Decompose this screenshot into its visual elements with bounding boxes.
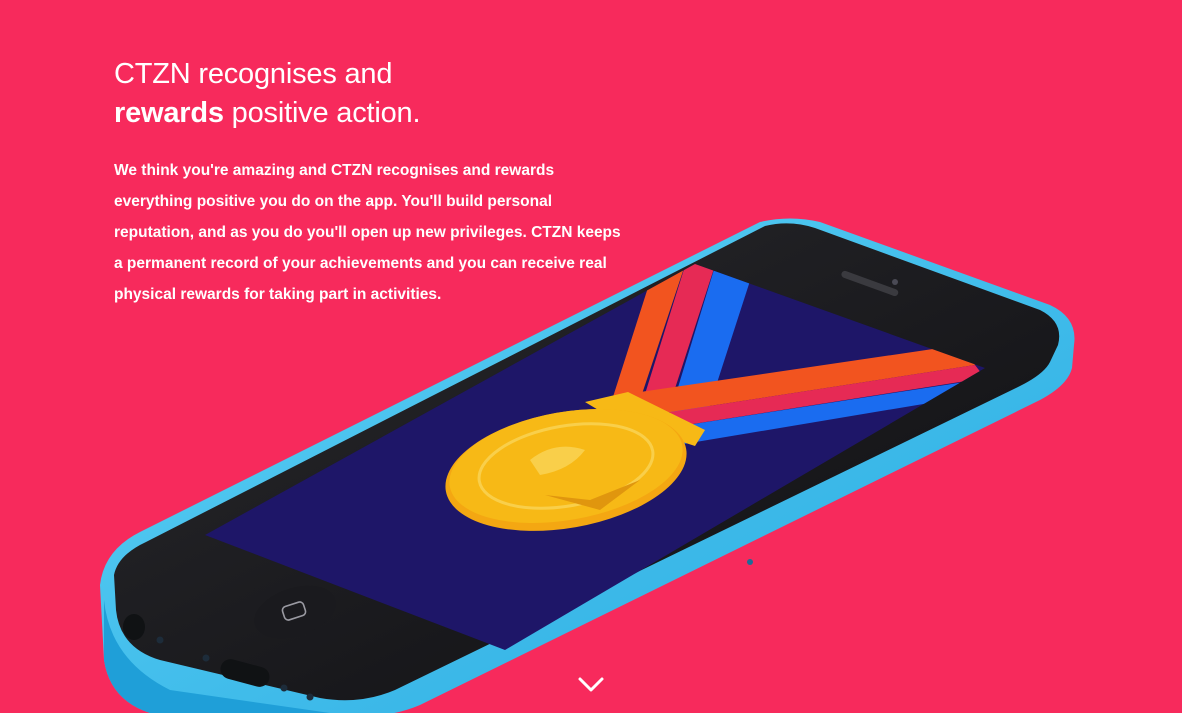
hero-section: CTZN recognises and rewards positive act… (0, 0, 1182, 713)
scroll-down-button[interactable] (574, 672, 608, 698)
hero-paragraph: We think you're amazing and CTZN recogni… (114, 162, 621, 303)
chevron-down-icon (578, 677, 604, 692)
headline-line-1: CTZN recognises and (114, 58, 393, 90)
hero-copy: CTZN recognises and rewards positive act… (114, 55, 634, 310)
headline-line-2: rewards positive action. (114, 94, 634, 133)
headline-rest: positive action. (223, 97, 421, 129)
hero-headline: CTZN recognises and rewards positive act… (114, 55, 634, 133)
headline-bold-word: rewards (114, 97, 224, 129)
